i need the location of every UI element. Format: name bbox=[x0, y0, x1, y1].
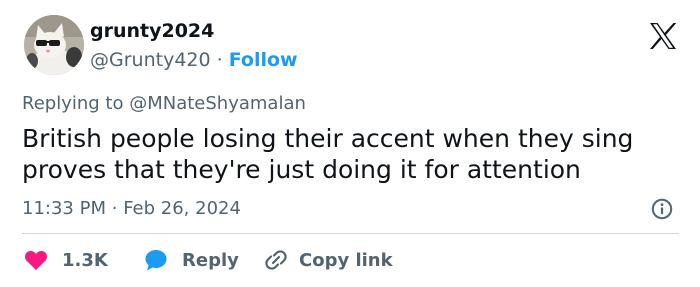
handle-separator: · bbox=[216, 49, 223, 71]
follow-button[interactable]: Follow bbox=[229, 49, 298, 71]
display-name[interactable]: grunty2024 bbox=[90, 19, 214, 43]
info-icon[interactable] bbox=[651, 198, 673, 220]
tweet-card: grunty2024 @Grunty420 · Follow Replying … bbox=[0, 0, 700, 287]
copy-link-label: Copy link bbox=[299, 249, 393, 271]
user-handle[interactable]: @Grunty420 bbox=[90, 49, 211, 71]
replying-prefix: Replying to bbox=[22, 93, 130, 114]
replying-to: Replying to @MNateShyamalan bbox=[22, 92, 306, 116]
handle-row: @Grunty420 · Follow bbox=[90, 48, 298, 72]
tweet-date: Feb 26, 2024 bbox=[123, 198, 241, 219]
copy-link-button[interactable]: Copy link bbox=[263, 246, 393, 274]
like-button[interactable]: 1.3K bbox=[24, 246, 108, 274]
reply-label: Reply bbox=[182, 249, 239, 271]
link-icon bbox=[265, 250, 287, 270]
tweet-time: 11:33 PM bbox=[22, 198, 106, 219]
tweet-text: British people losing their accent when … bbox=[22, 124, 634, 184]
x-logo-icon[interactable] bbox=[648, 22, 678, 50]
reply-button[interactable]: Reply bbox=[144, 246, 239, 274]
timestamp[interactable]: 11:33 PM · Feb 26, 2024 bbox=[22, 197, 241, 221]
avatar[interactable] bbox=[24, 15, 84, 75]
speech-bubble-icon bbox=[145, 250, 167, 271]
divider bbox=[22, 233, 679, 234]
date-separator: · bbox=[111, 198, 118, 219]
replying-to-handle[interactable]: @MNateShyamalan bbox=[129, 93, 306, 114]
like-count: 1.3K bbox=[62, 249, 108, 271]
heart-icon bbox=[25, 250, 47, 270]
